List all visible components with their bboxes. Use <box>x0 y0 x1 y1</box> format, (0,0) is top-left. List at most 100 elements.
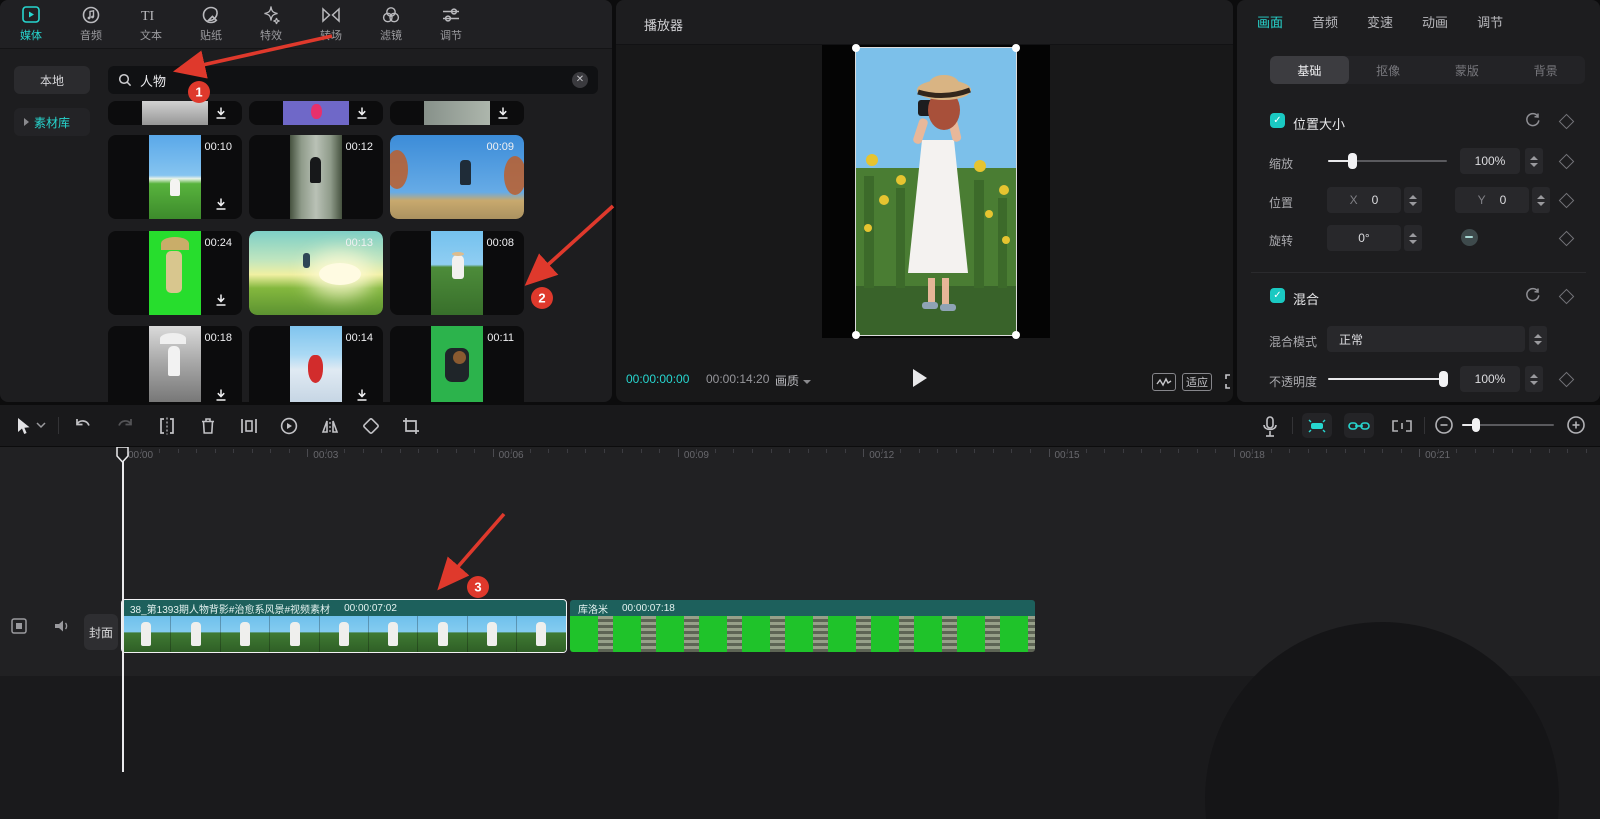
preview-frame[interactable] <box>855 47 1017 336</box>
mirror-icon[interactable] <box>318 415 342 437</box>
inspector-tab-动画[interactable]: 动画 <box>1422 12 1448 31</box>
delete-icon[interactable] <box>197 415 219 437</box>
selection-handle[interactable] <box>1012 44 1020 52</box>
download-icon[interactable] <box>214 106 228 120</box>
media-grid-item[interactable]: 00:12 <box>249 135 383 219</box>
rotate-value[interactable]: 0° <box>1327 225 1401 251</box>
rotate-icon[interactable] <box>360 415 382 437</box>
keyframe-diamond-icon[interactable] <box>1559 372 1575 388</box>
scale-stepper[interactable] <box>1525 148 1543 174</box>
media-grid-item[interactable]: 00:18 <box>108 326 242 402</box>
chevron-down-icon[interactable] <box>36 421 46 429</box>
toolbar-tab-调节[interactable]: 调节 <box>434 5 468 43</box>
search-bar[interactable]: ✕ <box>108 66 598 94</box>
track-toggle-icon[interactable] <box>10 617 28 635</box>
scale-value[interactable]: 100% <box>1460 148 1520 174</box>
selection-handle[interactable] <box>852 331 860 339</box>
opacity-stepper[interactable] <box>1525 366 1543 392</box>
toolbar-tab-贴纸[interactable]: 贴纸 <box>194 5 228 43</box>
selection-handle[interactable] <box>1012 331 1020 339</box>
keyframe-diamond-icon[interactable] <box>1559 231 1575 247</box>
inspector-subtab-基础[interactable]: 基础 <box>1270 56 1349 84</box>
playhead-pin[interactable] <box>116 447 129 463</box>
position-y-field[interactable]: Y 0 <box>1455 187 1529 213</box>
blend-checkbox[interactable]: ✓ <box>1270 288 1285 303</box>
scale-slider[interactable] <box>1328 160 1447 162</box>
keyframe-diamond-icon[interactable] <box>1559 289 1575 305</box>
unlink-icon[interactable] <box>1390 419 1414 433</box>
position-x-field[interactable]: X 0 <box>1327 187 1401 213</box>
media-grid-item[interactable]: 00:13 <box>249 231 383 315</box>
select-tool-icon[interactable] <box>12 415 34 437</box>
toolbar-tab-文本[interactable]: TI文本 <box>134 5 168 43</box>
opacity-value[interactable]: 100% <box>1460 366 1520 392</box>
position-x-stepper[interactable] <box>1404 187 1422 213</box>
media-grid-item[interactable] <box>108 101 242 125</box>
redo-icon[interactable] <box>114 415 136 437</box>
timeline-clip-1[interactable]: 38_第1393期人物背影#治愈系风景#视频素材00:00:07:02 <box>122 600 566 652</box>
preview-quality-icon[interactable] <box>1152 373 1176 391</box>
timeline-zoom-knob[interactable] <box>1472 418 1480 432</box>
blend-mode-dropdown[interactable]: 正常 <box>1327 326 1525 352</box>
undo-icon[interactable] <box>72 415 94 437</box>
timeline-clip-2[interactable]: 库洛米00:00:07:18 <box>570 600 1035 652</box>
media-grid-item[interactable]: 00:10 <box>108 135 242 219</box>
position-size-checkbox[interactable]: ✓ <box>1270 113 1285 128</box>
toolbar-tab-特效[interactable]: 特效 <box>254 5 288 43</box>
media-grid-item[interactable]: 00:09 <box>390 135 524 219</box>
rotate-knob[interactable] <box>1461 229 1478 246</box>
media-grid-item[interactable] <box>390 101 524 125</box>
media-grid-item[interactable]: 00:11 <box>390 326 524 402</box>
reverse-icon[interactable] <box>278 415 300 437</box>
rotate-stepper[interactable] <box>1404 225 1422 251</box>
fullscreen-icon[interactable] <box>1224 373 1233 390</box>
download-icon[interactable] <box>355 106 369 120</box>
search-clear-icon[interactable]: ✕ <box>572 72 588 88</box>
freeze-frame-icon[interactable] <box>238 415 260 437</box>
auto-snap-icon[interactable] <box>1302 413 1332 438</box>
crop-icon[interactable] <box>400 415 422 437</box>
mute-track-icon[interactable] <box>52 617 72 635</box>
inspector-tab-调节[interactable]: 调节 <box>1477 12 1503 31</box>
keyframe-diamond-icon[interactable] <box>1559 154 1575 170</box>
play-button[interactable] <box>913 369 927 387</box>
fit-button[interactable]: 适应 <box>1182 373 1212 391</box>
quality-dropdown[interactable]: 画质 <box>775 372 811 389</box>
inspector-tab-画面[interactable]: 画面 <box>1257 12 1283 31</box>
scale-slider-knob[interactable] <box>1348 153 1357 169</box>
toolbar-tab-媒体[interactable]: 媒体 <box>14 5 48 43</box>
playhead-line[interactable] <box>122 447 124 772</box>
timeline-area[interactable]: 00:0000:0300:0600:0900:1200:1500:1800:21… <box>0 447 1600 819</box>
split-icon[interactable] <box>156 415 178 437</box>
media-grid-item[interactable] <box>249 101 383 125</box>
keyframe-diamond-icon[interactable] <box>1559 193 1575 209</box>
media-grid-item[interactable]: 00:14 <box>249 326 383 402</box>
opacity-slider[interactable] <box>1328 378 1448 380</box>
search-input[interactable] <box>138 72 566 89</box>
toolbar-tab-滤镜[interactable]: 滤镜 <box>374 5 408 43</box>
record-voiceover-icon[interactable] <box>1260 415 1280 439</box>
inspector-subtab-蒙版[interactable]: 蒙版 <box>1428 56 1507 84</box>
inspector-subtab-背景[interactable]: 背景 <box>1506 56 1585 84</box>
media-grid-item[interactable]: 00:24 <box>108 231 242 315</box>
reset-icon[interactable] <box>1525 287 1541 303</box>
keyframe-diamond-icon[interactable] <box>1559 114 1575 130</box>
download-icon[interactable] <box>214 388 228 402</box>
zoom-in-icon[interactable] <box>1566 415 1586 435</box>
download-icon[interactable] <box>214 293 228 307</box>
toolbar-tab-音频[interactable]: 音频 <box>74 5 108 43</box>
selection-handle[interactable] <box>852 44 860 52</box>
opacity-slider-knob[interactable] <box>1439 371 1448 387</box>
media-grid-item[interactable]: 00:08 <box>390 231 524 315</box>
reset-icon[interactable] <box>1525 112 1541 128</box>
cover-button[interactable]: 封面 <box>84 614 118 650</box>
timeline-zoom-slider[interactable] <box>1462 424 1554 426</box>
download-icon[interactable] <box>496 106 510 120</box>
inspector-subtab-抠像[interactable]: 抠像 <box>1349 56 1428 84</box>
zoom-out-icon[interactable] <box>1434 415 1454 435</box>
toolbar-tab-转场[interactable]: 转场 <box>314 5 348 43</box>
download-icon[interactable] <box>355 388 369 402</box>
blend-mode-stepper[interactable] <box>1529 326 1547 352</box>
inspector-tab-音频[interactable]: 音频 <box>1312 12 1338 31</box>
link-preview-icon[interactable] <box>1344 413 1374 438</box>
